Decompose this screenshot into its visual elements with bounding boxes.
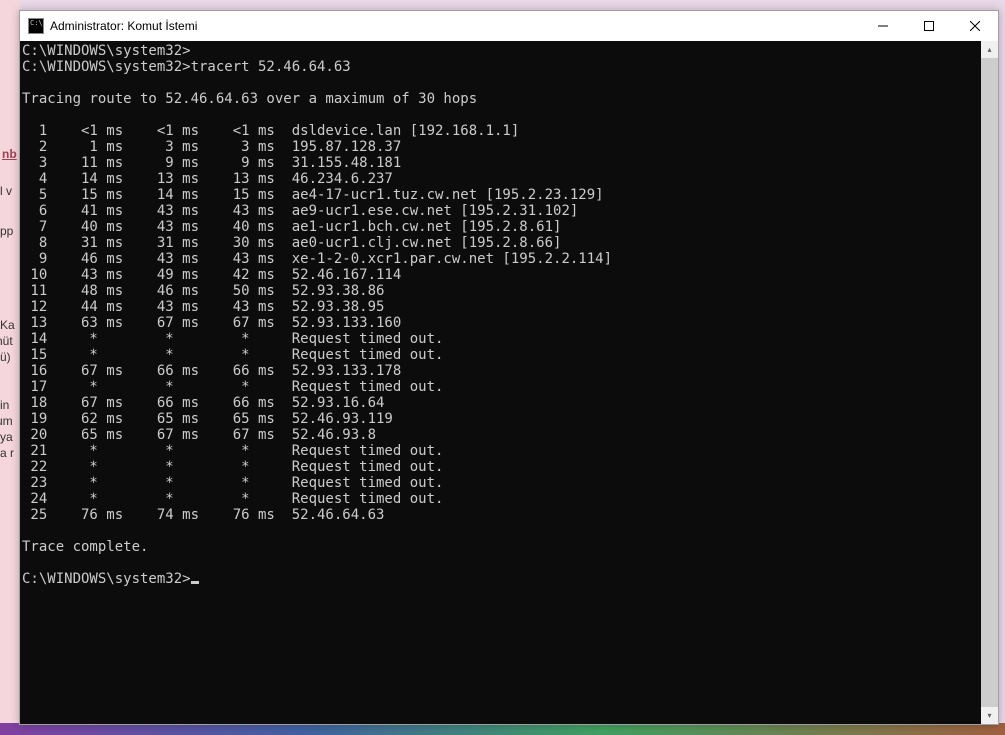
scroll-track[interactable] [981,58,998,707]
bg-text: in [0,398,9,412]
chevron-up-icon: ▴ [987,45,991,54]
text-cursor [191,581,199,584]
maximize-button[interactable] [906,11,952,41]
scroll-down-button[interactable]: ▾ [981,707,998,724]
minimize-button[interactable] [860,11,906,41]
close-icon [970,21,980,31]
scroll-thumb[interactable] [981,58,998,707]
bg-text: pp [0,224,13,238]
vertical-scrollbar[interactable]: ▴ ▾ [981,41,998,724]
titlebar[interactable]: Administrator: Komut İstemi [20,11,998,41]
background-page-fragment: nb l v pp Ka nüt ü) in um ya a r [0,0,20,735]
bg-link-fragment: nb [2,147,17,161]
console-window: Administrator: Komut İstemi C:\WINDOWS\s… [19,10,999,725]
cmd-icon [28,18,44,34]
minimize-icon [878,21,888,31]
scroll-up-button[interactable]: ▴ [981,41,998,58]
bg-text: nüt [0,334,13,348]
maximize-icon [924,21,934,31]
bg-text: Ka [0,318,15,332]
bg-text: ya [0,430,13,444]
bg-text: l v [0,184,12,198]
close-button[interactable] [952,11,998,41]
window-title: Administrator: Komut İstemi [50,19,860,33]
bg-text: a r [0,446,14,460]
bg-text: um [0,414,13,428]
client-wrap: C:\WINDOWS\system32> C:\WINDOWS\system32… [20,41,998,724]
chevron-down-icon: ▾ [987,711,991,720]
caption-buttons [860,11,998,41]
bg-text: ü) [0,350,11,364]
terminal-output[interactable]: C:\WINDOWS\system32> C:\WINDOWS\system32… [20,41,981,724]
